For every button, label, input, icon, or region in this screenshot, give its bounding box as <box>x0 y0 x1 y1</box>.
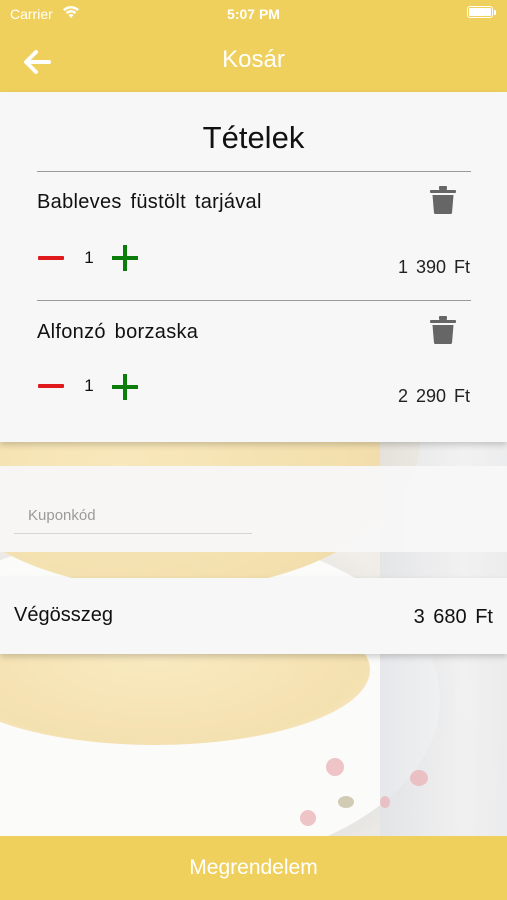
divider <box>37 300 471 301</box>
total-label: Végösszeg <box>14 604 113 626</box>
total-section: Végösszeg 3 680 Ft <box>0 578 507 654</box>
item-name: Bableves füstölt tarjával <box>37 191 262 213</box>
item-name: Alfonzó borzaska <box>37 321 199 343</box>
increase-quantity-button[interactable] <box>112 245 138 271</box>
item-price: 2 290 Ft <box>397 386 470 406</box>
top-bar: Carrier 5:07 PM Kosár <box>0 0 507 92</box>
clock: 5:07 PM <box>227 6 280 22</box>
battery-icon <box>467 6 496 18</box>
divider <box>37 171 471 172</box>
total-value: 3 680 Ft <box>413 606 493 628</box>
item-price: 1 390 Ft <box>397 257 470 277</box>
coupon-code-input[interactable] <box>14 498 252 534</box>
decrease-quantity-button[interactable] <box>38 256 64 260</box>
trash-icon[interactable] <box>430 316 456 344</box>
coupon-section <box>0 466 507 552</box>
increase-quantity-button[interactable] <box>112 374 138 400</box>
place-order-button[interactable]: Megrendelem <box>0 836 507 900</box>
item-quantity: 1 <box>84 248 94 267</box>
trash-icon[interactable] <box>430 186 456 214</box>
items-heading: Tételek <box>202 120 305 155</box>
item-quantity: 1 <box>84 376 94 395</box>
decrease-quantity-button[interactable] <box>38 384 64 388</box>
cart-items-card: Tételek Bableves füstölt tarjával 1 1 39… <box>0 92 507 442</box>
status-bar: Carrier 5:07 PM <box>0 0 507 28</box>
page-title: Kosár <box>222 46 285 73</box>
